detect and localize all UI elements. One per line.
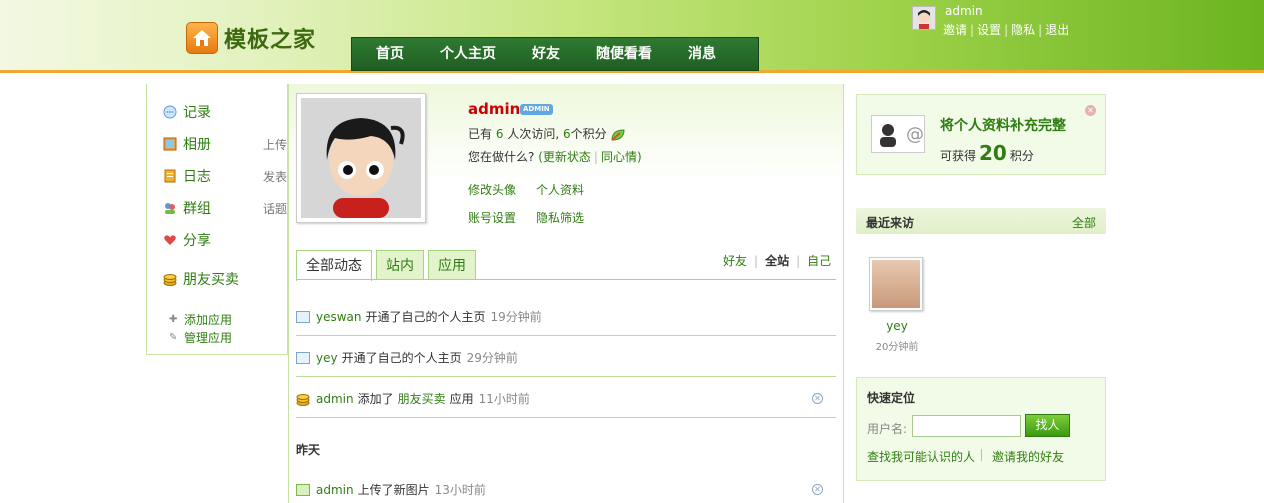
feed-user[interactable]: admin <box>316 392 354 406</box>
profile-stats: 已有 6 人次访问, 6个积分 <box>468 125 626 142</box>
plus-icon: ✚ <box>169 314 178 325</box>
contact-card-icon: @ <box>871 115 925 153</box>
sidebar-item-album[interactable]: 相册 上传 <box>163 134 287 154</box>
logout-link[interactable]: 退出 <box>1045 23 1069 37</box>
privacy-link[interactable]: 隐私 <box>1011 23 1035 37</box>
nav-browse[interactable]: 随便看看 <box>578 38 670 70</box>
settings-link[interactable]: 设置 <box>977 23 1001 37</box>
feed-item: yey 开通了自己的个人主页 29分钟前 <box>296 349 836 366</box>
feed-filters: 好友 | 全站 | 自己 <box>723 254 832 268</box>
account-settings-link[interactable]: 账号设置 <box>468 209 516 226</box>
main-nav: 首页 个人主页 好友 随便看看 消息 <box>351 37 759 71</box>
tab-all[interactable]: 全部动态 <box>296 250 372 281</box>
photo-icon <box>296 483 310 496</box>
feed-user[interactable]: yey <box>316 351 338 365</box>
publish-link[interactable]: 发表 <box>263 168 287 185</box>
user-links: 邀请 | 设置 | 隐私 | 退出 <box>943 23 1070 37</box>
visitor-avatar[interactable] <box>869 257 925 311</box>
same-mood-link[interactable]: 同心情) <box>601 150 642 164</box>
find-button[interactable]: 找人 <box>1025 414 1070 437</box>
close-icon[interactable]: ✕ <box>1085 105 1096 116</box>
privacy-filter-link[interactable]: 隐私筛选 <box>536 209 584 226</box>
feed-item: yeswan 开通了自己的个人主页 19分钟前 <box>296 308 836 325</box>
nav-messages[interactable]: 消息 <box>670 38 734 70</box>
heart-share-icon <box>163 233 177 247</box>
feed-user[interactable]: yeswan <box>316 310 362 324</box>
recent-visits-header: 最近来访 全部 <box>856 208 1106 234</box>
nav-profile[interactable]: 个人主页 <box>422 38 514 70</box>
quick-locate-panel: 快速定位 用户名: 找人 查找我可能认识的人 邀请我的好友 <box>856 377 1106 481</box>
sidebar-item-groups[interactable]: 群组 话题 <box>163 198 287 218</box>
day-heading: 昨天 <box>296 443 321 457</box>
sidebar-item-friend-trade[interactable]: 朋友买卖 <box>163 269 273 289</box>
view-all-link[interactable]: 全部 <box>1072 214 1096 231</box>
nav-home[interactable]: 首页 <box>358 38 422 70</box>
tab-site[interactable]: 站内 <box>376 250 424 280</box>
user-avatar[interactable] <box>912 6 936 30</box>
feed-item: admin 上传了新图片 13小时前 ✕ <box>296 481 836 498</box>
photo-album-icon <box>163 137 177 151</box>
tab-apps[interactable]: 应用 <box>428 250 476 280</box>
sidebar-item-records[interactable]: 记录 <box>163 102 273 122</box>
profile-card-icon <box>296 351 310 364</box>
add-app-link[interactable]: ✚ 添加应用 <box>169 311 232 328</box>
personal-info-link[interactable]: 个人资料 <box>536 181 584 198</box>
delete-icon[interactable]: ✕ <box>812 484 823 495</box>
upload-link[interactable]: 上传 <box>263 136 287 153</box>
tab-underline <box>296 279 836 280</box>
feed-tabs: 全部动态 站内 应用 <box>296 250 480 281</box>
chat-bubble-icon <box>163 105 177 119</box>
feed-user[interactable]: admin <box>316 483 354 497</box>
invite-friends-link[interactable]: 邀请我的好友 <box>992 448 1064 465</box>
edit-avatar-link[interactable]: 修改头像 <box>468 181 516 198</box>
username-input[interactable] <box>912 415 1021 437</box>
nav-friends[interactable]: 好友 <box>514 38 578 70</box>
filter-all[interactable]: 全站 <box>765 254 789 268</box>
visit-count: 6 <box>495 127 504 141</box>
logo-text: 模板之家 <box>224 28 317 53</box>
visitor-time: 20分钟前 <box>875 342 919 353</box>
sidebar-item-share[interactable]: 分享 <box>163 230 273 250</box>
left-sidebar: 记录 相册 上传 日志 发表 群组 话题 分享 朋友买卖 ✚ 添加应用 ✎ 管理… <box>146 84 288 355</box>
notebook-icon <box>163 169 177 183</box>
complete-profile-reward: 可获得 20 积分 <box>940 141 1034 165</box>
group-icon <box>163 201 177 215</box>
update-status-link[interactable]: (更新状态 <box>538 150 591 164</box>
wrench-icon: ✎ <box>169 332 178 343</box>
visitor-name[interactable]: yey <box>872 319 922 333</box>
feed-divider <box>296 335 836 336</box>
sidebar-item-blog[interactable]: 日志 发表 <box>163 166 287 186</box>
svg-text:@: @ <box>906 124 924 145</box>
admin-badge: ADMIN <box>520 104 553 115</box>
app-link[interactable]: 朋友买卖 <box>398 390 446 407</box>
find-known-link[interactable]: 查找我可能认识的人 <box>867 448 975 465</box>
user-name[interactable]: admin <box>945 4 983 18</box>
profile-avatar[interactable] <box>296 93 426 223</box>
leaf-icon <box>610 127 626 141</box>
profile-username[interactable]: admin <box>468 100 520 118</box>
complete-profile-title[interactable]: 将个人资料补充完整 <box>940 115 1066 135</box>
site-logo[interactable]: 模板之家 <box>186 22 316 54</box>
invite-link[interactable]: 邀请 <box>943 23 967 37</box>
coins-icon <box>296 392 310 406</box>
topics-link[interactable]: 话题 <box>263 200 287 217</box>
status-line: 您在做什么? (更新状态 | 同心情) <box>468 150 642 164</box>
complete-profile-panel: @ 将个人资料补充完整 可获得 20 积分 ✕ <box>856 94 1106 175</box>
delete-icon[interactable]: ✕ <box>812 393 823 404</box>
manage-app-link[interactable]: ✎ 管理应用 <box>169 329 232 346</box>
house-icon <box>186 22 218 54</box>
coins-icon <box>163 272 177 286</box>
feed-item: admin 添加了 朋友买卖 应用 11小时前 ✕ <box>296 390 836 407</box>
filter-friends[interactable]: 好友 <box>723 254 747 268</box>
feed-divider <box>296 417 836 418</box>
profile-card-icon <box>296 310 310 323</box>
point-count: 6 <box>562 127 571 141</box>
feed-divider <box>296 376 836 377</box>
filter-self[interactable]: 自己 <box>807 254 831 268</box>
